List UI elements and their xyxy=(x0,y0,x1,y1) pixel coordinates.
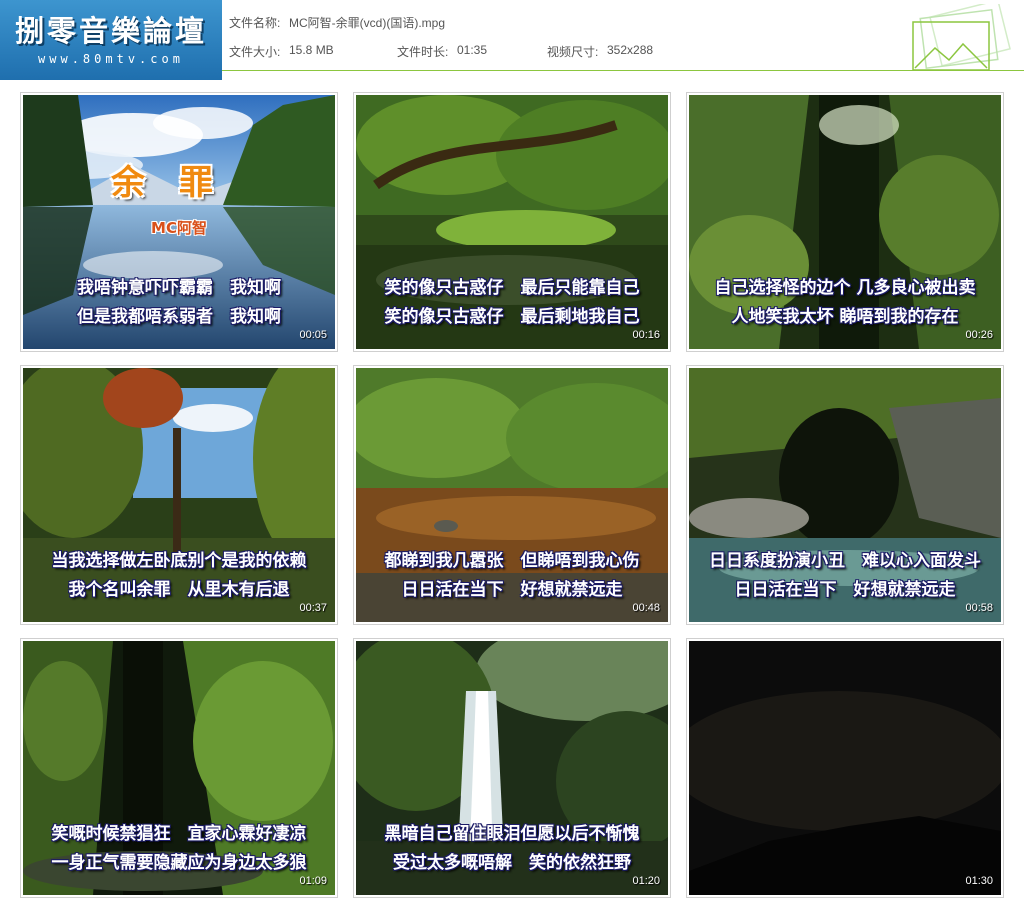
video-size-value: 352x288 xyxy=(607,43,654,57)
thumbnail-frame: 当我选择做左卧底别个是我的依赖 我个名叫余罪 从里木有后退 00:37 xyxy=(23,368,335,622)
thumbnail-tile[interactable]: 当我选择做左卧底别个是我的依赖 我个名叫余罪 从里木有后退 00:37 xyxy=(20,365,338,625)
subtitle-line-1: 自己选择怪的边个 几多良心被出卖 xyxy=(714,278,976,298)
thumbnail-frame: 日日系度扮演小丑 难以心入面发斗 日日活在当下 好想就禁远走 00:58 xyxy=(689,368,1001,622)
subtitle-line-2: 受过太多嘅唔解 笑的依然狂野 xyxy=(393,853,631,873)
subtitle-line-2: 日日活在当下 好想就禁远走 xyxy=(401,580,623,600)
artist-name-overlay: MC阿智 xyxy=(151,219,207,237)
file-name-label: 文件名称: xyxy=(229,16,281,30)
thumbnail-tile[interactable]: 都睇到我几嚣张 但睇唔到我心伤 日日活在当下 好想就禁远走 00:48 xyxy=(353,365,671,625)
logo-brand-text: 捌零音樂論壇 xyxy=(14,14,207,48)
thumbnail-tile[interactable]: 笑的像只古惑仔 最后只能靠自己 笑的像只古惑仔 最后剩地我自己 00:16 xyxy=(353,92,671,352)
thumbnail-tile[interactable]: 余罪 MC阿智 我唔钟意吓吓霸霸 我知啊 但是我都唔系弱者 我知啊 00:05 xyxy=(20,92,338,352)
timestamp: 00:05 xyxy=(299,329,327,341)
timestamp: 01:30 xyxy=(965,875,993,887)
thumbnail-tile[interactable]: 笑嘅时候禁猖狂 宜家心霖好凄凉 一身正气需要隐藏应为身边太多狼 01:09 xyxy=(20,638,338,898)
thumbnail-frame: 01:30 xyxy=(689,641,1001,895)
thumbnail-tile[interactable]: 01:30 xyxy=(686,638,1004,898)
subtitle-line-2: 但是我都唔系弱者 我知啊 xyxy=(77,307,281,327)
picture-frames-icon xyxy=(912,4,1011,71)
subtitle-line-1: 都睇到我几嚣张 但睇唔到我心伤 xyxy=(384,551,640,571)
subtitle-line-2: 笑的像只古惑仔 最后剩地我自己 xyxy=(384,307,640,327)
file-name-value: MC阿智-余罪(vcd)(国语).mpg xyxy=(289,16,445,30)
thumbnail-tile[interactable]: 日日系度扮演小丑 难以心入面发斗 日日活在当下 好想就禁远走 00:58 xyxy=(686,365,1004,625)
timestamp: 00:16 xyxy=(632,329,660,341)
header: 捌零音樂論壇 www.80mtv.com 文件名称: MC阿智-余罪(vcd)(… xyxy=(0,0,1024,84)
song-title-overlay: 余罪 xyxy=(111,163,247,203)
video-size-label: 视频尺寸: xyxy=(547,45,599,59)
timestamp: 00:37 xyxy=(299,602,327,614)
timestamp: 01:09 xyxy=(299,875,327,887)
logo-site-url: www.80mtv.com xyxy=(38,52,184,66)
thumbnail-grid: 余罪 MC阿智 我唔钟意吓吓霸霸 我知啊 但是我都唔系弱者 我知啊 00:05 … xyxy=(20,92,1004,898)
thumbnail-frame: 余罪 MC阿智 我唔钟意吓吓霸霸 我知啊 但是我都唔系弱者 我知啊 00:05 xyxy=(23,95,335,349)
timestamp: 01:20 xyxy=(632,875,660,887)
subtitle-line-1: 我唔钟意吓吓霸霸 我知啊 xyxy=(77,278,281,298)
site-logo: 捌零音樂論壇 www.80mtv.com xyxy=(0,0,222,80)
subtitle-line-1: 笑的像只古惑仔 最后只能靠自己 xyxy=(384,278,640,298)
subtitle-line-1: 日日系度扮演小丑 难以心入面发斗 xyxy=(709,551,981,571)
file-size-label: 文件大小: xyxy=(229,45,281,59)
duration-value: 01:35 xyxy=(457,43,488,57)
header-divider xyxy=(222,70,1024,71)
timestamp: 00:58 xyxy=(965,602,993,614)
thumbnail-frame: 都睇到我几嚣张 但睇唔到我心伤 日日活在当下 好想就禁远走 00:48 xyxy=(356,368,668,622)
thumbnail-frame: 笑的像只古惑仔 最后只能靠自己 笑的像只古惑仔 最后剩地我自己 00:16 xyxy=(356,95,668,349)
timestamp: 00:26 xyxy=(965,329,993,341)
file-size-value: 15.8 MB xyxy=(289,43,334,57)
thumbnail-frame: 自己选择怪的边个 几多良心被出卖 人地笑我太坏 睇唔到我的存在 00:26 xyxy=(689,95,1001,349)
timestamp: 00:48 xyxy=(632,602,660,614)
subtitle-line-1: 笑嘅时候禁猖狂 宜家心霖好凄凉 xyxy=(51,824,307,844)
dark-night-image xyxy=(689,641,1001,895)
subtitle-line-2: 日日活在当下 好想就禁远走 xyxy=(734,580,956,600)
subtitle-line-1: 当我选择做左卧底别个是我的依赖 xyxy=(51,551,307,571)
subtitle-line-2: 人地笑我太坏 睇唔到我的存在 xyxy=(731,307,959,327)
thumbnail-frame: 笑嘅时候禁猖狂 宜家心霖好凄凉 一身正气需要隐藏应为身边太多狼 01:09 xyxy=(23,641,335,895)
subtitle-line-2: 一身正气需要隐藏应为身边太多狼 xyxy=(51,853,307,873)
duration-label: 文件时长: xyxy=(397,45,449,59)
subtitle-line-2: 我个名叫余罪 从里木有后退 xyxy=(68,580,290,600)
thumbnail-tile[interactable]: 黑暗自己留住眼泪但愿以后不惭愧 受过太多嘅唔解 笑的依然狂野 01:20 xyxy=(353,638,671,898)
thumbnail-frame: 黑暗自己留住眼泪但愿以后不惭愧 受过太多嘅唔解 笑的依然狂野 01:20 xyxy=(356,641,668,895)
thumbnail-tile[interactable]: 自己选择怪的边个 几多良心被出卖 人地笑我太坏 睇唔到我的存在 00:26 xyxy=(686,92,1004,352)
subtitle-line-1: 黑暗自己留住眼泪但愿以后不惭愧 xyxy=(384,824,640,844)
